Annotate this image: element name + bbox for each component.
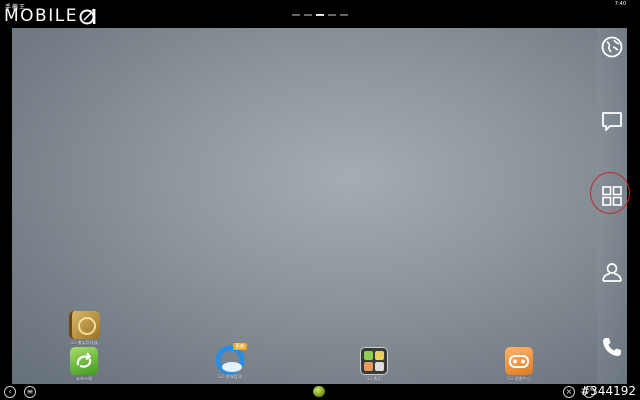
page-dot-active[interactable] — [316, 14, 324, 16]
app-store[interactable]: 安卓市場 — [61, 347, 107, 382]
navigation-bar: ‹ ≡ × ⤢ #344192 — [0, 384, 640, 400]
watermark: #344192 — [580, 384, 636, 398]
person-icon — [602, 263, 622, 282]
contacts-button[interactable] — [597, 257, 627, 287]
page-dot[interactable] — [292, 14, 300, 16]
phone-icon — [603, 338, 621, 356]
recycle-icon — [70, 347, 98, 375]
page-dot[interactable] — [340, 14, 348, 16]
app-tiles-icon — [360, 347, 388, 375]
browser-button[interactable] — [597, 32, 627, 62]
app-label: 安卓市場 — [76, 376, 92, 381]
logo-01-icon — [79, 8, 96, 25]
notebook-icon — [68, 311, 100, 339]
update-badge: 更新 — [232, 343, 247, 350]
page-indicator[interactable] — [292, 14, 348, 16]
phone-button[interactable] — [597, 332, 627, 362]
menu-icon[interactable]: ≡ — [24, 386, 36, 398]
app-game[interactable]: GO 遊戲中心 — [496, 347, 542, 382]
app-center[interactable]: GO 應用 — [351, 347, 397, 382]
status-bar: 手機王 MOBILE 7:40 — [0, 0, 640, 28]
app-cloud[interactable]: 更新 GO 雲端管理 — [207, 343, 253, 380]
settings-icon[interactable]: × — [563, 386, 575, 398]
clock: 7:40 — [614, 1, 626, 7]
page-dot[interactable] — [304, 14, 312, 16]
apps-highlight-circle — [590, 172, 630, 214]
chat-bubble-icon — [602, 112, 622, 131]
app-label: GO 遊戲中心 — [507, 376, 531, 381]
back-icon[interactable]: ‹ — [4, 386, 16, 398]
app-label: GO 書架管理器 — [70, 340, 98, 345]
page-dot[interactable] — [328, 14, 336, 16]
cloud-c-icon: 更新 — [215, 343, 247, 375]
globe-icon — [601, 36, 623, 58]
logo-small-text: 手機王 — [5, 4, 27, 11]
app-notebook[interactable]: GO 書架管理器 — [61, 311, 107, 346]
home-orb-icon[interactable] — [313, 386, 325, 397]
mobile01-logo: 手機王 MOBILE — [4, 3, 97, 25]
messages-button[interactable] — [597, 106, 627, 136]
gamepad-icon — [505, 347, 533, 375]
app-label: GO 應用 — [366, 376, 382, 381]
